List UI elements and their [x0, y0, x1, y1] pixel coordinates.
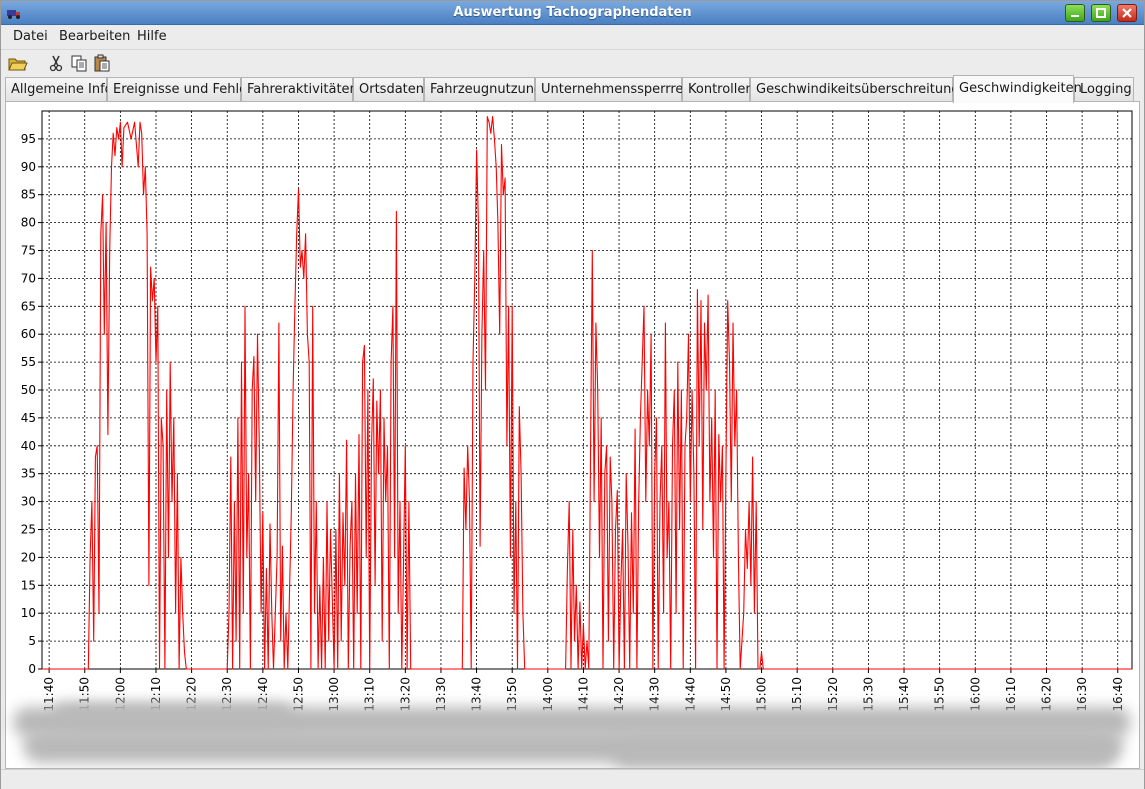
y-tick-label: 55 [21, 355, 36, 369]
menu-bar: Datei Bearbeiten Hilfe [1, 26, 1144, 48]
menu-hilfe[interactable]: Hilfe [137, 29, 167, 44]
y-tick-label: 75 [21, 244, 36, 258]
maximize-button[interactable] [1091, 4, 1111, 22]
speed-chart[interactable]: 0510152025303540455055606570758085909511… [6, 102, 1139, 768]
tab-allgemeine-info[interactable]: Allgemeine Info [5, 77, 113, 102]
title-bar[interactable]: Auswertung Tachographendaten [1, 1, 1144, 25]
tab-geschwindigkeiten[interactable]: Geschwindigkeiten [953, 75, 1082, 103]
tab-ereignisse-und-fehler[interactable]: Ereignisse und Fehler [107, 77, 252, 102]
copy-icon[interactable] [68, 52, 90, 74]
y-tick-label: 20 [21, 550, 36, 564]
y-tick-label: 10 [21, 606, 36, 620]
y-tick-label: 5 [28, 634, 36, 648]
tab-unternehmenssperren[interactable]: Unternehmenssperrren [535, 77, 692, 102]
tab-fahrzeugnutzung[interactable]: Fahrzeugnutzung [424, 77, 542, 102]
cut-icon[interactable] [45, 52, 67, 74]
redacted-area [13, 699, 1131, 775]
y-tick-label: 15 [21, 578, 36, 592]
open-folder-icon[interactable] [6, 52, 28, 74]
close-button[interactable] [1117, 4, 1137, 22]
y-tick-label: 60 [21, 327, 36, 341]
y-tick-label: 80 [21, 216, 36, 230]
window-title: Auswertung Tachographendaten [453, 5, 692, 20]
menu-bearbeiten[interactable]: Bearbeiten [59, 29, 130, 44]
y-tick-label: 85 [21, 188, 36, 202]
y-tick-label: 40 [21, 439, 36, 453]
menu-datei[interactable]: Datei [13, 29, 48, 44]
paste-icon[interactable] [91, 52, 113, 74]
tab-geschwindikeitsueberschreitungen[interactable]: Geschwindikeitsüberschreitungen [750, 77, 976, 102]
y-tick-label: 30 [21, 495, 36, 509]
tab-ortsdaten[interactable]: Ortsdaten [353, 77, 424, 102]
y-tick-label: 95 [21, 132, 36, 146]
y-tick-label: 65 [21, 299, 36, 313]
tab-bar: Allgemeine Info Ereignisse und Fehler Fa… [5, 75, 1140, 103]
y-tick-label: 0 [28, 662, 36, 676]
y-tick-label: 50 [21, 383, 36, 397]
y-tick-label: 90 [21, 160, 36, 174]
y-tick-label: 25 [21, 523, 36, 537]
status-bar [1, 769, 1144, 789]
tab-logging[interactable]: Logging [1074, 77, 1134, 102]
toolbar [1, 49, 1144, 75]
chart-panel: 0 5 10 15 20 25 30 35 40 45 50 55 60 65 70 75 80 85 90 95 11… [5, 101, 1140, 769]
tab-fahreraktivitaeten[interactable]: Fahreraktivitäten [241, 77, 358, 102]
tab-kontrollen[interactable]: Kontrollen [682, 77, 754, 102]
y-tick-label: 35 [21, 467, 36, 481]
y-tick-label: 70 [21, 271, 36, 285]
app-window: Auswertung Tachographendaten Datei Bearb… [0, 0, 1145, 789]
minimize-button[interactable] [1065, 4, 1085, 22]
y-tick-label: 45 [21, 411, 36, 425]
